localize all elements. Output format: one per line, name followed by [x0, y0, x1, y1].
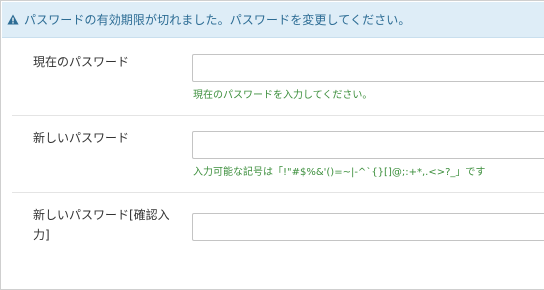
- current-password-label: 現在のパスワード: [33, 55, 130, 69]
- confirm-password-row: 新しいパスワード[確認入 力]: [2, 193, 544, 275]
- confirm-password-label-line2: 力]: [33, 228, 50, 242]
- new-password-label: 新しいパスワード: [33, 131, 130, 145]
- warning-icon: [7, 14, 21, 26]
- current-password-hint: 現在のパスワードを入力してください。: [193, 90, 373, 101]
- expiry-alert: パスワードの有効期限が切れました。パスワードを変更してください。: [2, 2, 544, 38]
- current-password-input[interactable]: [192, 54, 544, 82]
- confirm-password-label: 新しいパスワード[確認入 力]: [33, 205, 183, 245]
- alert-message: パスワードの有効期限が切れました。パスワードを変更してください。: [24, 13, 411, 27]
- new-password-row: 新しいパスワード 入力可能な記号は「!"#$%&'()=~|-^`{}[]@;:…: [2, 116, 544, 193]
- confirm-password-label-line1: 新しいパスワード[確認入: [33, 208, 170, 222]
- new-password-input[interactable]: [192, 131, 544, 159]
- password-expired-panel: パスワードの有効期限が切れました。パスワードを変更してください。 現在のパスワー…: [0, 0, 544, 290]
- current-password-row: 現在のパスワード 現在のパスワードを入力してください。: [2, 39, 544, 116]
- confirm-password-input[interactable]: [192, 213, 544, 241]
- new-password-hint: 入力可能な記号は「!"#$%&'()=~|-^`{}[]@;:+*,.<>?_」…: [193, 167, 486, 178]
